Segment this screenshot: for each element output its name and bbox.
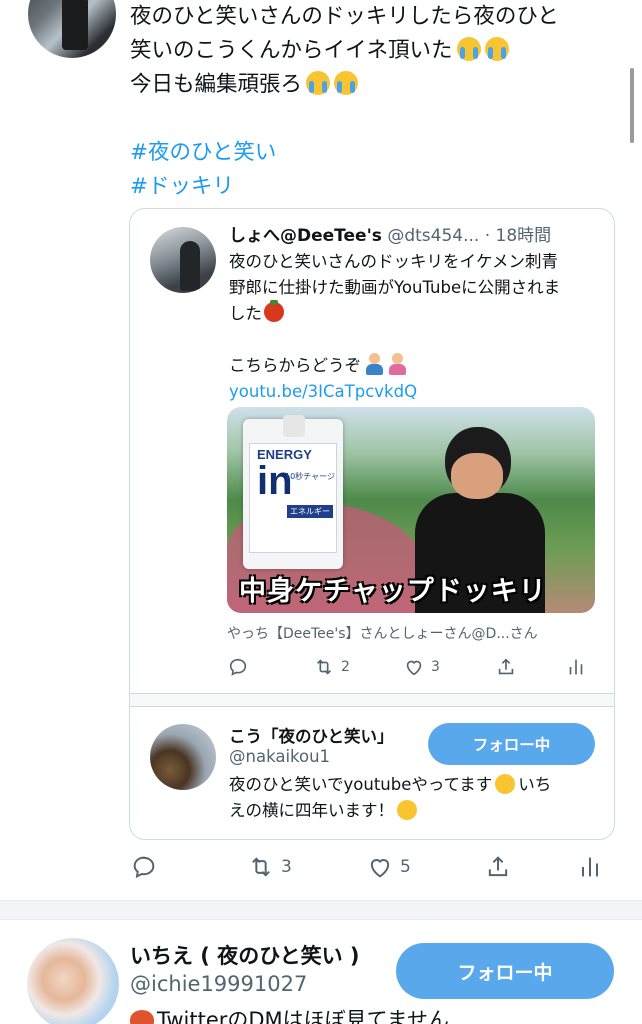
follow-user-avatar[interactable] xyxy=(150,724,216,790)
following-button[interactable]: フォロー中 xyxy=(428,723,595,765)
retweet-count: 2 xyxy=(341,659,350,675)
quoted-author-handle: @dts454... xyxy=(387,226,480,246)
quoted-line: 夜のひと笑いさんのドッキリをイケメン刺青 xyxy=(229,252,559,271)
tomato-icon xyxy=(264,300,284,322)
reply-button[interactable] xyxy=(227,654,249,680)
scrollbar[interactable] xyxy=(630,68,634,143)
hugging-face-icon xyxy=(495,774,516,794)
quoted-author-avatar[interactable] xyxy=(150,227,216,293)
tweet-author-avatar[interactable] xyxy=(28,0,116,58)
follow-user-bio: 夜のひと笑いでyoutubeやってます いち えの横に四年います！ xyxy=(229,772,599,824)
hashtag-link[interactable]: #夜のひと笑い xyxy=(130,136,610,170)
crying-face-icon xyxy=(456,37,481,61)
pack-sub: 10秒チャージ xyxy=(285,472,335,481)
pack-tag: エネルギー xyxy=(287,505,333,518)
quoted-tweet-card[interactable]: しょへ@DeeTee's @dts454... · 18時間 夜のひと笑いさんの… xyxy=(129,208,615,840)
retweet-count: 3 xyxy=(281,857,292,877)
analytics-icon xyxy=(569,659,583,675)
youtube-link[interactable]: youtu.be/3ICaTpcvkdQ xyxy=(229,379,601,405)
user-name[interactable]: いちえ ( 夜のひと笑い ) xyxy=(130,940,360,970)
retweet-button[interactable]: 2 xyxy=(313,654,350,680)
user-bio: TwitterのDMはほぼ見てません xyxy=(130,1004,449,1024)
bio-line: いち xyxy=(518,775,552,794)
bio-line: えの横に四年います！ xyxy=(229,801,394,820)
like-count: 3 xyxy=(431,659,440,675)
quoted-cta: こちらからどうぞ xyxy=(229,356,361,375)
section-separator xyxy=(0,900,642,920)
man-tipping-hand-icon xyxy=(364,353,384,375)
hashtag-link[interactable]: #ドッキリ xyxy=(130,170,610,204)
retweet-icon xyxy=(316,659,332,675)
following-button[interactable]: フォロー中 xyxy=(396,943,614,999)
tweet-line-2: 笑いのこうくんからイイネ頂いた xyxy=(130,38,453,63)
like-button[interactable]: 3 xyxy=(403,654,440,680)
heart-icon xyxy=(370,859,390,878)
crab-icon xyxy=(130,1010,154,1024)
analytics-icon xyxy=(582,857,598,877)
video-caption: 中身ケチャップドッキリ xyxy=(239,576,547,607)
hugging-face-icon xyxy=(397,800,417,820)
tweet-actions: 3 5 xyxy=(130,854,610,884)
woman-tipping-hand-icon xyxy=(387,353,407,375)
user-bio-text: TwitterのDMはほぼ見てません xyxy=(157,1008,449,1024)
heart-icon xyxy=(406,660,422,676)
quoted-tweet-source[interactable]: やっち【DeeTee's】さんとしょーさん@D...さん xyxy=(227,623,538,643)
crying-face-icon xyxy=(484,37,509,61)
quoted-tweet-actions: 2 3 xyxy=(227,654,597,680)
quoted-tweet-body: 夜のひと笑いさんのドッキリをイケメン刺青 野郎に仕掛けた動画がYouTubeに公… xyxy=(229,249,601,405)
tweet-text: 夜のひと笑いさんのドッキリしたら夜のひと 笑いのこうくんからイイネ頂いた 今日も… xyxy=(130,0,610,204)
share-button[interactable] xyxy=(495,654,517,680)
tweet-line-1: 夜のひと笑いさんのドッキリしたら夜のひと xyxy=(130,4,559,29)
card-divider xyxy=(130,693,614,707)
quoted-line: 野郎に仕掛けた動画がYouTubeに公開されま xyxy=(229,278,561,297)
tweet-line-3: 今日も編集頑張ろ xyxy=(130,72,303,97)
analytics-button[interactable] xyxy=(565,654,587,680)
energy-jelly-pack: ENERGY in 10秒チャージ エネルギー xyxy=(243,415,343,569)
follow-user-handle: @nakaikou1 xyxy=(229,747,331,766)
user-handle: @ichie19991027 xyxy=(130,972,308,996)
reply-button[interactable] xyxy=(130,854,158,880)
share-button[interactable] xyxy=(484,854,512,880)
like-count: 5 xyxy=(400,857,411,877)
crying-face-icon xyxy=(306,71,331,95)
retweet-button[interactable]: 3 xyxy=(247,854,292,880)
share-icon xyxy=(498,658,514,675)
follow-user-name[interactable]: こう「夜のひと笑い」 xyxy=(229,723,394,747)
crying-face-icon xyxy=(334,71,359,95)
reply-icon xyxy=(133,856,155,879)
quoted-author-name[interactable]: しょへ@DeeTee's xyxy=(229,226,382,246)
share-icon xyxy=(488,856,508,877)
quoted-line: した xyxy=(229,304,262,323)
reply-icon xyxy=(229,658,247,676)
user-avatar[interactable] xyxy=(27,938,119,1024)
analytics-button[interactable] xyxy=(576,854,604,880)
quoted-tweet-header: しょへ@DeeTee's @dts454... · 18時間 xyxy=(229,223,551,249)
retweet-icon xyxy=(252,857,270,877)
quoted-tweet-time: · 18時間 xyxy=(484,226,552,246)
like-button[interactable]: 5 xyxy=(366,854,411,880)
bio-line: 夜のひと笑いでyoutubeやってます xyxy=(229,775,493,794)
video-thumbnail[interactable]: ENERGY in 10秒チャージ エネルギー 中身ケチャップドッキリ xyxy=(227,407,595,613)
